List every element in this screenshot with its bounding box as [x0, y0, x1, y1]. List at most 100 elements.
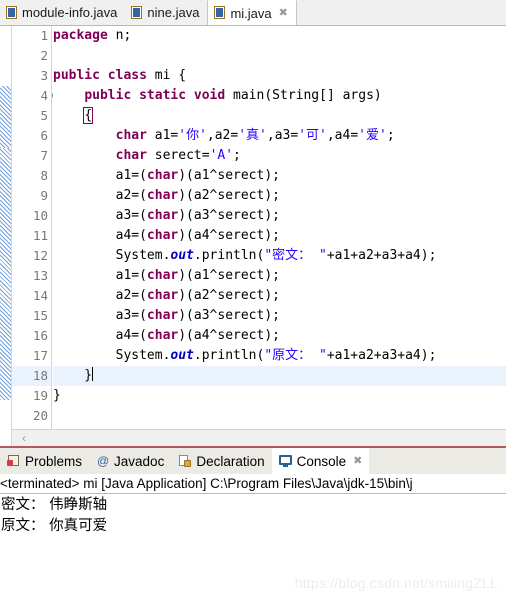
- code-line[interactable]: public class mi {: [53, 66, 506, 86]
- editor-tab-label: mi.java: [230, 5, 272, 21]
- line-number-value: 7: [40, 148, 48, 163]
- view-tab-javadoc[interactable]: @ Javadoc: [89, 448, 171, 474]
- code-line[interactable]: System.out.println("密文： "+a1+a2+a3+a4);: [53, 246, 506, 266]
- view-tab-label: Javadoc: [114, 453, 165, 469]
- code-token-pln: serect=: [146, 148, 210, 163]
- bottom-view-stack: Problems @ Javadoc Declaration Console ✖ <ter…: [0, 446, 506, 599]
- line-number-value: 8: [40, 168, 48, 183]
- code-token-pln: a2=(: [53, 288, 147, 303]
- line-number-value: 4: [40, 88, 48, 103]
- code-token-pln: main(String[] args): [225, 88, 382, 103]
- view-tab-console[interactable]: Console ✖: [271, 448, 370, 474]
- code-token-pln: +a1+a2+a3+a4);: [326, 348, 437, 363]
- code-token-pln: a4=(: [53, 228, 147, 243]
- line-number: 13: [12, 266, 51, 286]
- annotation-marker: [0, 86, 11, 148]
- line-number-value: 6: [40, 128, 48, 143]
- code-line[interactable]: a3=(char)(a3^serect);: [53, 306, 506, 326]
- line-number: 12: [12, 246, 51, 266]
- code-token-pln: ,a3=: [266, 128, 299, 143]
- line-number: 4: [12, 86, 61, 106]
- code-token-pln: a1=: [146, 128, 179, 143]
- scroll-left-arrow-icon[interactable]: ‹: [18, 432, 30, 444]
- code-token-str: 'A': [209, 148, 234, 163]
- code-token-str: '你': [178, 128, 207, 143]
- code-line[interactable]: {: [53, 106, 506, 126]
- code-line[interactable]: a4=(char)(a4^serect);: [53, 326, 506, 346]
- editor-tab-mi-java[interactable]: mi.java ✖: [207, 0, 297, 25]
- code-token-str: '爱': [358, 128, 387, 143]
- line-number-value: 13: [32, 268, 48, 283]
- editor-tab-bar: module-info.java nine.java mi.java ✖: [0, 0, 506, 26]
- code-line[interactable]: a2=(char)(a2^serect);: [53, 286, 506, 306]
- code-token-pln: )(a2^serect);: [178, 288, 280, 303]
- editor-tab-nine-java[interactable]: nine.java: [125, 0, 208, 25]
- code-token-pln: +a1+a2+a3+a4);: [326, 248, 437, 263]
- code-text-area[interactable]: package n; public class mi { public stati…: [53, 26, 506, 446]
- code-token-pln: ;: [386, 128, 395, 143]
- code-line[interactable]: char serect='A';: [53, 146, 506, 166]
- watermark-text: https://blog.csdn.net/smilingZLL: [294, 575, 498, 591]
- code-token-str: '真': [238, 128, 267, 143]
- code-token-pln: ;: [233, 148, 241, 163]
- line-number: 5: [12, 106, 51, 126]
- code-line[interactable]: [53, 46, 506, 66]
- code-line[interactable]: a2=(char)(a2^serect);: [53, 186, 506, 206]
- code-token-pln: .println(: [193, 348, 265, 363]
- line-number-value: 20: [32, 408, 48, 423]
- view-tab-label: Problems: [25, 453, 83, 469]
- line-number-value: 2: [40, 48, 48, 63]
- code-token-pln: [53, 148, 116, 163]
- close-icon[interactable]: ✖: [353, 455, 362, 467]
- code-token-kw: char: [146, 228, 179, 243]
- code-token-pln: a3=(: [53, 208, 147, 223]
- code-line[interactable]: }: [53, 386, 506, 406]
- code-line[interactable]: System.out.println("原文： "+a1+a2+a3+a4);: [53, 346, 506, 366]
- code-token-pln: a2=(: [53, 188, 147, 203]
- view-tab-problems[interactable]: Problems: [0, 448, 89, 474]
- code-token-pln: )(a4^serect);: [178, 228, 280, 243]
- code-token-pln: mi {: [146, 68, 187, 83]
- problems-icon: [7, 454, 21, 468]
- code-token-kw: char: [146, 308, 179, 323]
- annotation-overview-ruler[interactable]: [0, 26, 12, 446]
- line-number-value: 3: [40, 68, 48, 83]
- code-token-pln: [53, 128, 116, 143]
- code-line[interactable]: public static void main(String[] args): [53, 86, 506, 106]
- console-output-line: 原文： 你真可爱: [1, 518, 108, 534]
- code-token-pln: a3=(: [53, 308, 147, 323]
- code-line[interactable]: a1=(char)(a1^serect);: [53, 166, 506, 186]
- code-line[interactable]: }: [53, 366, 506, 386]
- java-source-editor[interactable]: 1 2 3 4 5 6 7 8 9 10 11 12 13 14 15 16 17 18 19 20 package …: [0, 26, 506, 446]
- code-token-pln: ,a2=: [206, 128, 239, 143]
- view-tab-bar: Problems @ Javadoc Declaration Console ✖: [0, 446, 506, 474]
- code-token-fld: out: [170, 348, 194, 363]
- close-icon[interactable]: ✖: [279, 7, 288, 19]
- code-token-fld: out: [170, 248, 194, 263]
- line-number: 6: [12, 126, 51, 146]
- line-number-gutter: 1 2 3 4 5 6 7 8 9 10 11 12 13 14 15 16 17 18 19 20: [12, 26, 61, 446]
- line-number: 17: [12, 346, 51, 366]
- code-token-kw: public class: [53, 68, 147, 83]
- editor-horizontal-scrollbar[interactable]: ‹: [12, 429, 506, 446]
- line-number: 15: [12, 306, 51, 326]
- line-number-value: 5: [40, 108, 48, 123]
- code-line[interactable]: a4=(char)(a4^serect);: [53, 226, 506, 246]
- code-line[interactable]: char a1='你',a2='真',a3='可',a4='爱';: [53, 126, 506, 146]
- line-number: 11: [12, 226, 51, 246]
- code-token-pln: a1=(: [53, 168, 147, 183]
- code-token-str: "密文： ": [264, 248, 327, 263]
- code-token-pln: }: [53, 388, 61, 403]
- line-number-value: 19: [32, 388, 48, 403]
- code-line[interactable]: a1=(char)(a1^serect);: [53, 266, 506, 286]
- editor-tab-module-info-java[interactable]: module-info.java: [0, 0, 126, 25]
- java-file-icon: [214, 6, 226, 20]
- code-token-pln: a1=(: [53, 268, 147, 283]
- text-caret: [92, 367, 94, 381]
- line-number: 19: [12, 386, 51, 406]
- view-tab-declaration[interactable]: Declaration: [171, 448, 271, 474]
- code-line[interactable]: [53, 406, 506, 426]
- code-line[interactable]: a3=(char)(a3^serect);: [53, 206, 506, 226]
- code-token-kw: char: [146, 168, 179, 183]
- code-line[interactable]: package n;: [53, 26, 506, 46]
